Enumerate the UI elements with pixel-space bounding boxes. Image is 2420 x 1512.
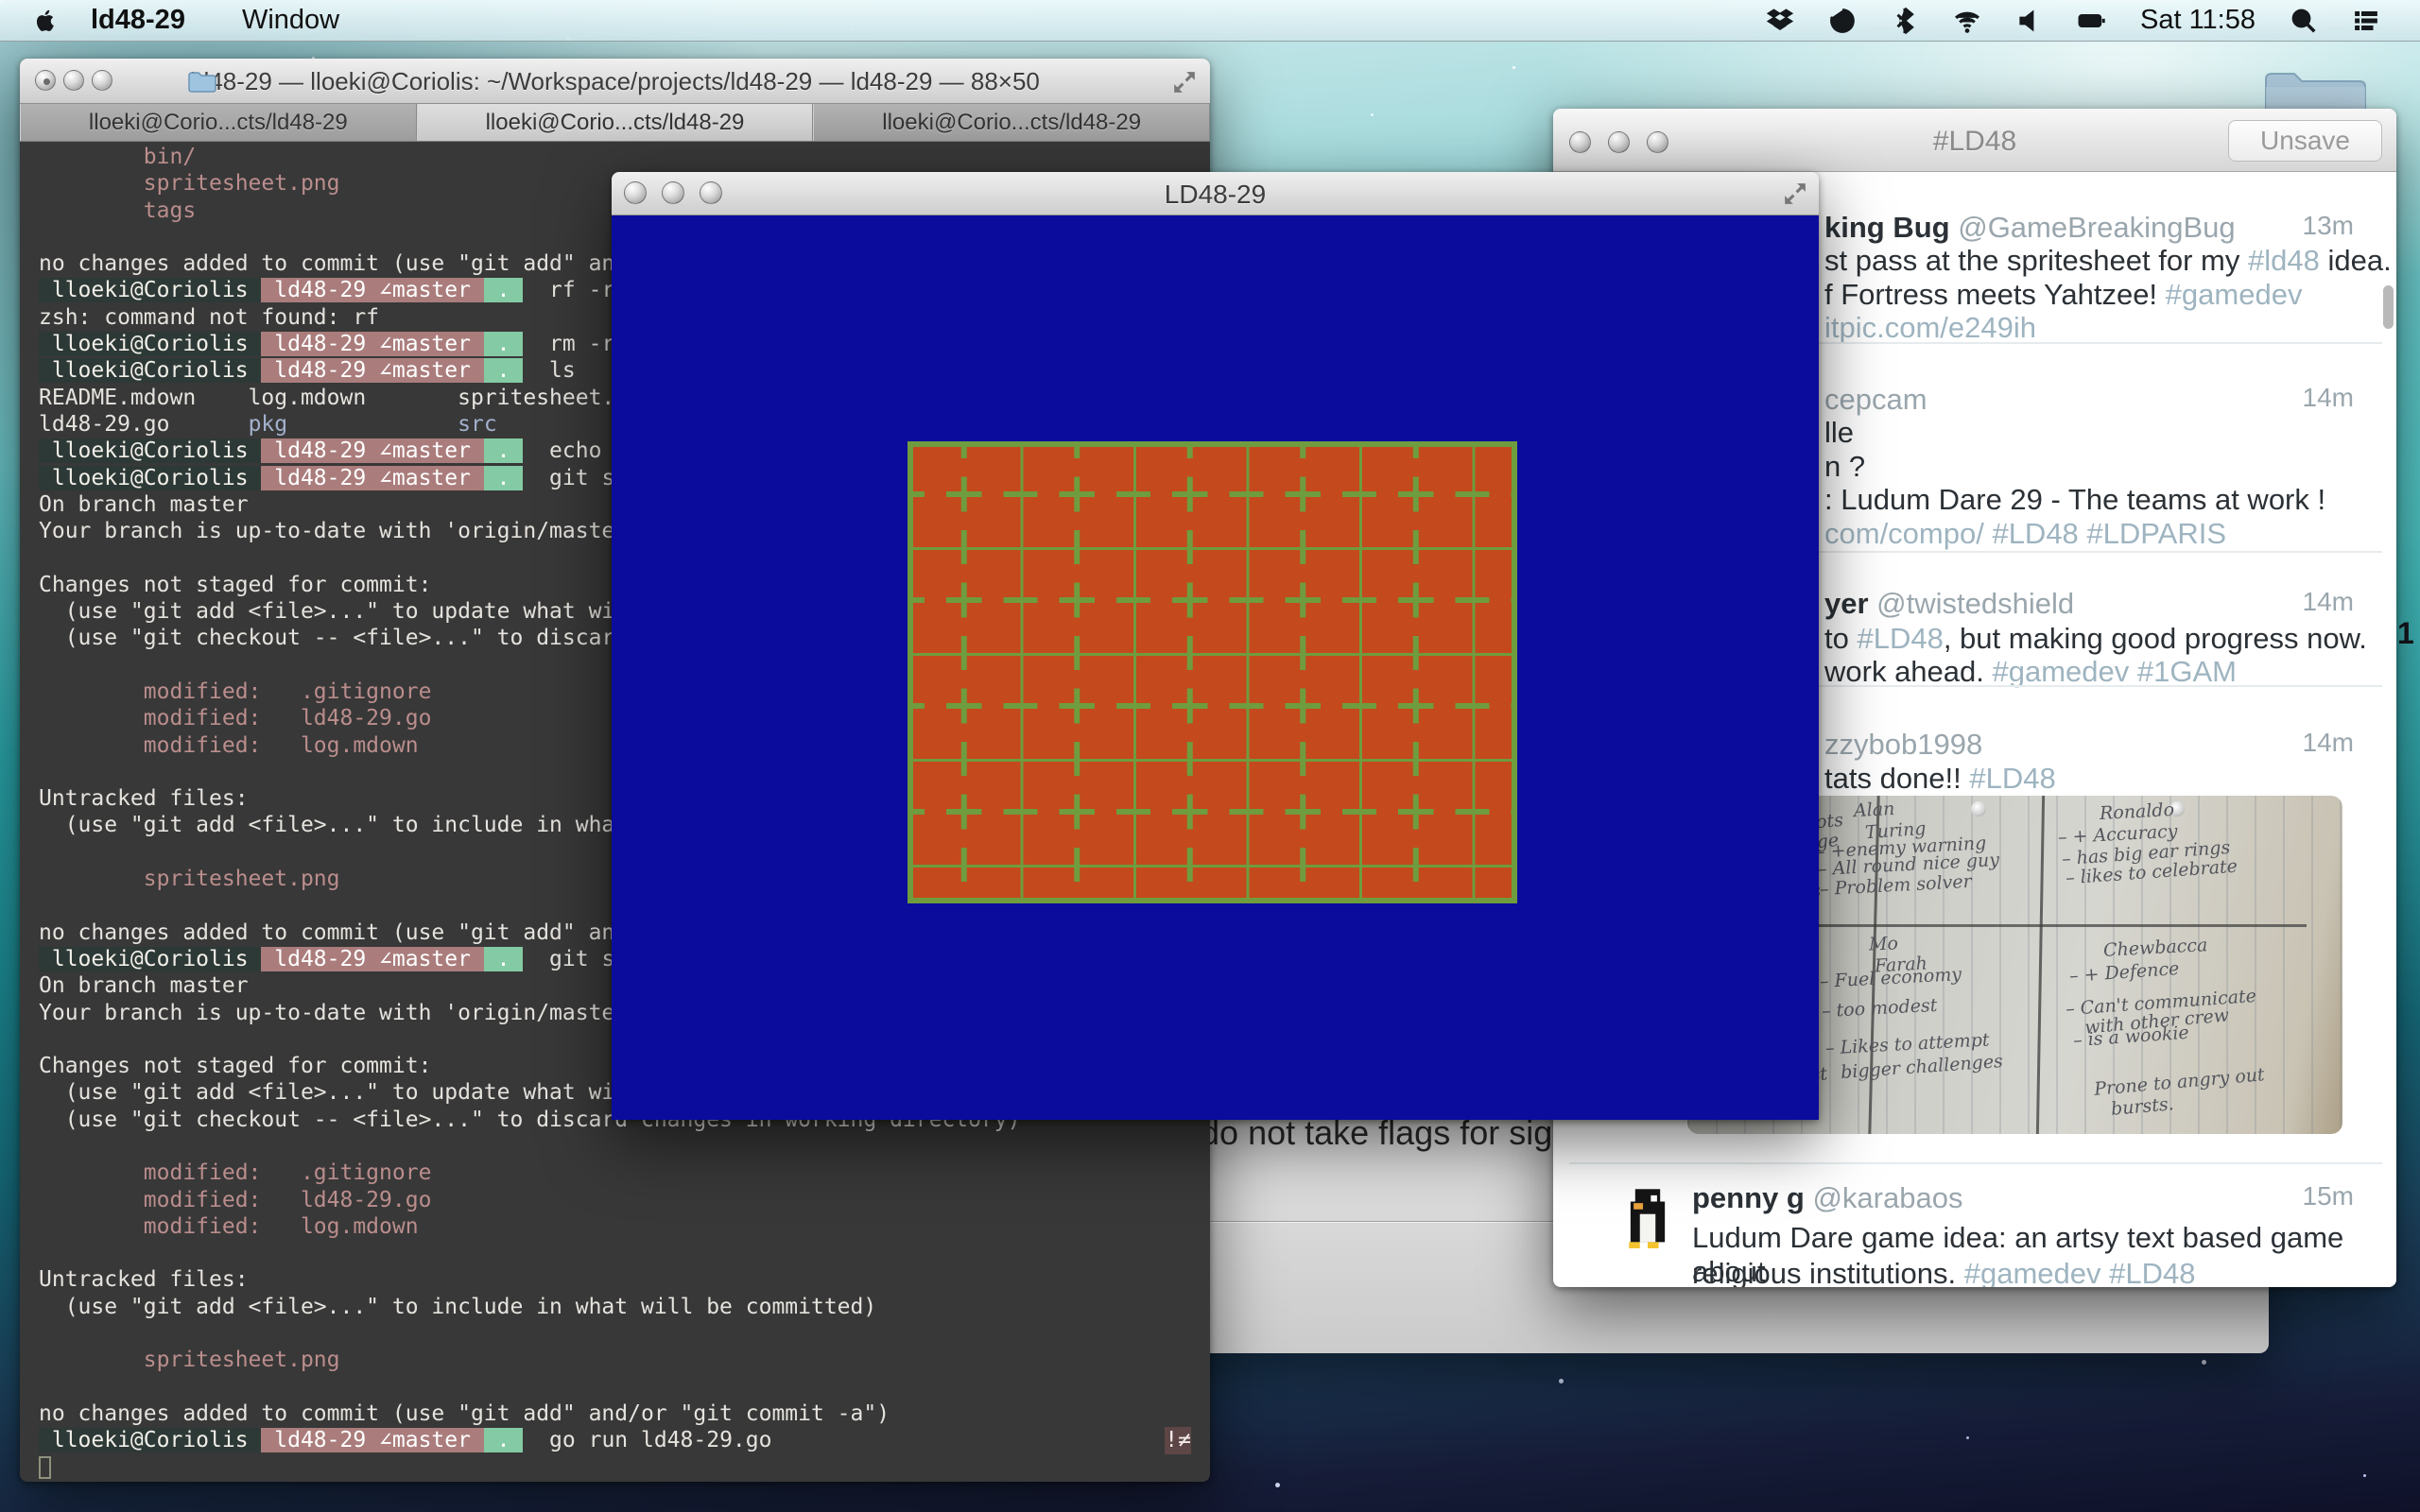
tweet-author[interactable]: cepcam xyxy=(1824,383,1927,417)
tweet-timestamp: 15m xyxy=(2303,1181,2354,1211)
bluetooth-icon[interactable] xyxy=(1891,7,1919,35)
menu-item-window[interactable]: Window xyxy=(242,5,339,36)
tweet-divider xyxy=(1569,1162,2382,1164)
terminal-line xyxy=(39,1374,1191,1400)
notification-center-icon[interactable] xyxy=(2352,7,2380,35)
tweet-text: com/compo/ #LD48 #LDPARIS xyxy=(1824,517,2226,551)
game-window: LD48-29 xyxy=(612,172,1819,1120)
tweet-author[interactable]: king Bug @GameBreakingBug xyxy=(1824,211,2236,245)
tweet-text: religious institutions. #gamedev #LD48 xyxy=(1692,1257,2195,1287)
terminal-line: spritesheet.png xyxy=(39,1347,1191,1373)
terminal-tab[interactable]: lloeki@Corio...cts/ld48-29 xyxy=(417,104,814,141)
tweet-author[interactable]: penny g @karabaos xyxy=(1692,1181,1962,1215)
tweet-text: st pass at the spritesheet for my #ld48 … xyxy=(1824,244,2392,278)
tweet-author[interactable]: yer @twistedshield xyxy=(1824,587,2074,621)
tweet-text: itpic.com/e249ih xyxy=(1824,311,2036,345)
photo-handwriting: Ronaldo xyxy=(2099,799,2174,824)
game-canvas[interactable] xyxy=(612,215,1819,1120)
menu-clock[interactable]: Sat 11:58 xyxy=(2140,5,2256,36)
terminal-line: (use "git add <file>..." to include in w… xyxy=(39,1294,1191,1320)
game-title: LD48-29 xyxy=(612,180,1819,210)
terminal-titlebar[interactable]: ld48-29 — lloeki@Coriolis: ~/Workspace/p… xyxy=(20,59,1210,104)
photo-handwriting: Mo xyxy=(1869,933,1899,954)
terminal-line: lloeki@Coriolis ld48-29 ∠master . go run… xyxy=(39,1427,1191,1453)
tweet-timestamp: 14m xyxy=(2303,587,2354,617)
spotlight-icon[interactable] xyxy=(2290,7,2318,35)
apple-menu-icon[interactable] xyxy=(34,7,59,35)
spritesheet-grid xyxy=(908,441,1517,903)
fullscreen-icon[interactable] xyxy=(1783,181,1807,206)
tweet-text: n ? xyxy=(1824,450,1865,484)
twitter-titlebar[interactable]: #LD48 Unsave xyxy=(1553,109,2396,172)
tweet-timestamp: 14m xyxy=(2303,383,2354,413)
terminal-line xyxy=(39,1320,1191,1347)
terminal-tab-bar: lloeki@Corio...cts/ld48-29lloeki@Corio..… xyxy=(20,104,1210,142)
tweet-text: : Ludum Dare 29 - The teams at work ! xyxy=(1824,483,2325,517)
terminal-line: modified: .gitignore xyxy=(39,1160,1191,1186)
desktop-folder-icon[interactable] xyxy=(2262,66,2369,113)
twitter-scrollbar[interactable] xyxy=(2383,285,2394,329)
game-titlebar[interactable]: LD48-29 xyxy=(612,172,1819,215)
menu-bar: ld48-29 Window Sat 11:58 xyxy=(0,0,2420,42)
terminal-line: no changes added to commit (use "git add… xyxy=(39,1400,1191,1427)
volume-mute-icon[interactable] xyxy=(2015,7,2044,35)
proxy-folder-icon[interactable] xyxy=(188,70,216,93)
tweet-text: work ahead. #gamedev #1GAM xyxy=(1824,655,2237,689)
photo-handwriting: ots xyxy=(1815,810,1844,833)
time-machine-icon[interactable] xyxy=(1828,7,1857,35)
tweet-timestamp: 13m xyxy=(2303,211,2354,241)
terminal-line xyxy=(39,1133,1191,1160)
wifi-icon[interactable] xyxy=(1953,7,1981,35)
tweet-text: to #LD48, but making good progress now. xyxy=(1824,622,2367,656)
fullscreen-icon[interactable] xyxy=(1172,70,1197,94)
terminal-line xyxy=(39,1240,1191,1266)
tweet-timestamp: 14m xyxy=(2303,728,2354,758)
terminal-line: modified: ld48-29.go xyxy=(39,1187,1191,1213)
terminal-tab[interactable]: lloeki@Corio...cts/ld48-29 xyxy=(813,104,1210,141)
tweet-text: tats done!! #LD48 xyxy=(1824,762,2056,796)
menu-app-name[interactable]: ld48-29 xyxy=(91,5,185,36)
terminal-line: Untracked files: xyxy=(39,1266,1191,1293)
battery-charging-icon[interactable] xyxy=(2078,7,2106,35)
desktop-stray-char: 1 xyxy=(2397,616,2414,651)
unsave-button[interactable]: Unsave xyxy=(2228,120,2382,162)
terminal-tab[interactable]: lloeki@Corio...cts/ld48-29 xyxy=(20,104,417,141)
terminal-line: bin/ xyxy=(39,144,1191,170)
tweet-author[interactable]: zzybob1998 xyxy=(1824,728,1982,762)
terminal-line xyxy=(39,1454,1191,1481)
terminal-line: modified: log.mdown xyxy=(39,1213,1191,1240)
dropbox-icon[interactable] xyxy=(1766,7,1794,35)
photo-handwriting: Alan xyxy=(1853,799,1894,821)
tweet-avatar[interactable] xyxy=(1616,1186,1679,1248)
tweet-text: lle xyxy=(1824,416,1854,450)
tweet-text: f Fortress meets Yahtzee! #gamedev xyxy=(1824,278,2302,312)
